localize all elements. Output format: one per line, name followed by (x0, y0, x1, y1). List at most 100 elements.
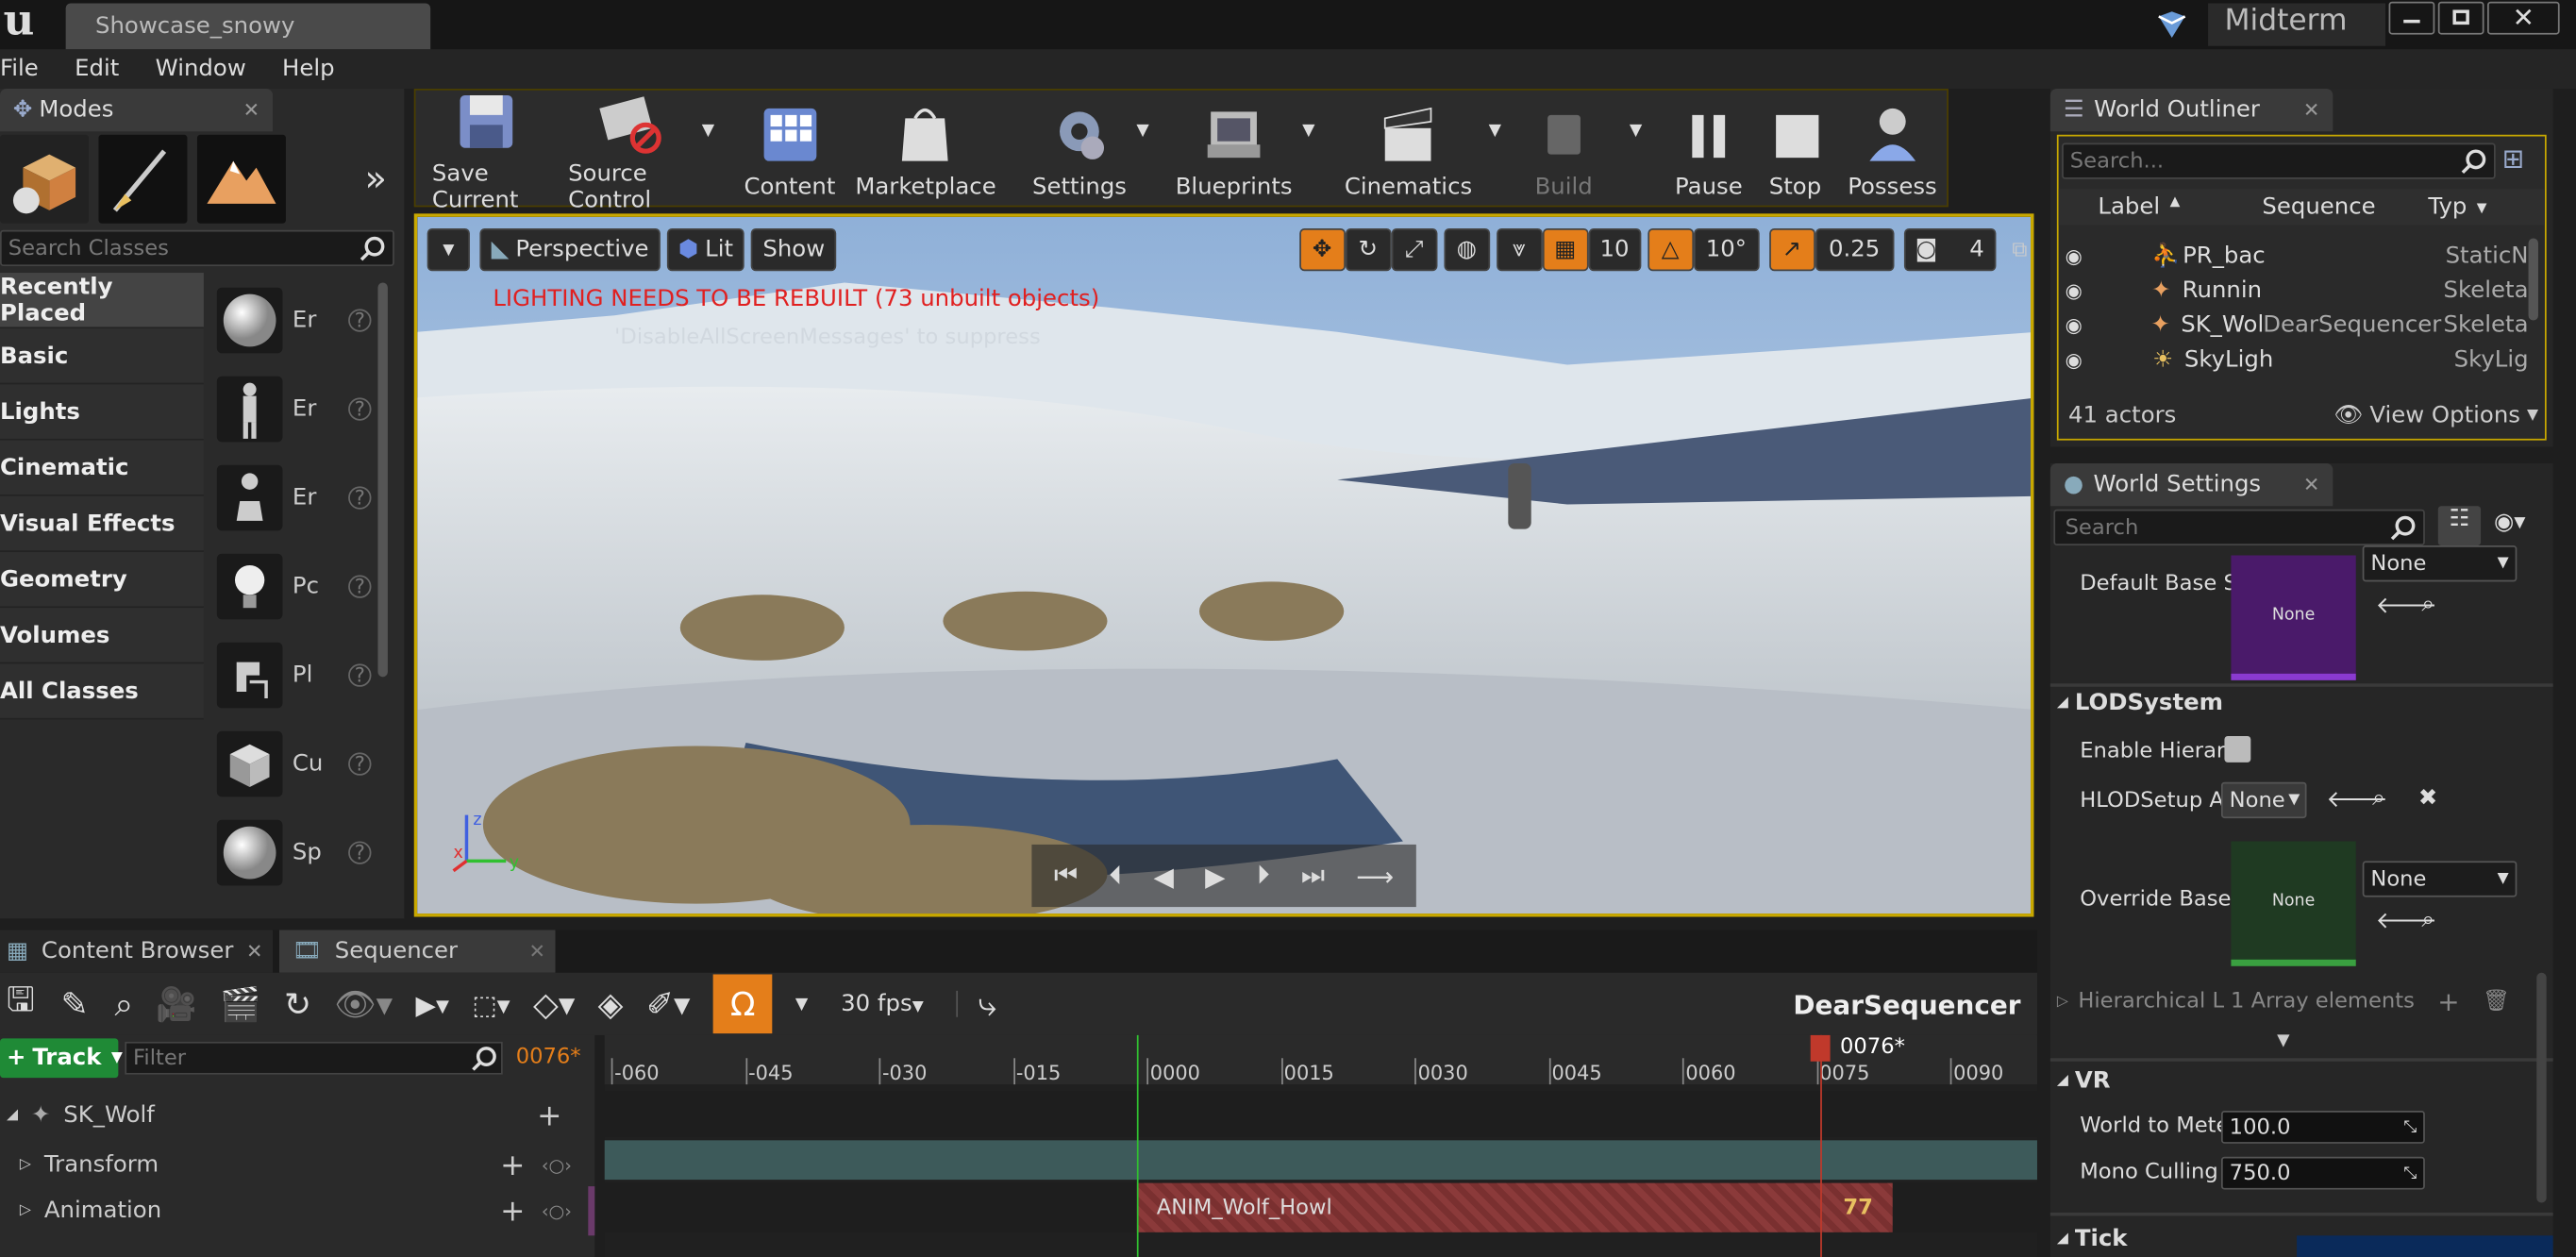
track-row-animation[interactable]: ▷ Animation + ‹○› (0, 1186, 595, 1236)
settings-button[interactable]: Settings (1023, 95, 1137, 200)
expand-icon[interactable]: ▷ (2057, 993, 2068, 1009)
menu-window[interactable]: Window (156, 56, 246, 82)
help-icon[interactable]: ? (348, 486, 372, 510)
view-options-button[interactable]: View Options (2369, 403, 2520, 429)
scale-tool-button[interactable]: ⤢ (1391, 228, 1437, 272)
browse-search-icon[interactable]: ⌕ (2372, 785, 2385, 812)
stop-button[interactable]: Stop (1752, 95, 1838, 200)
tick-section-header[interactable]: ◢ Tick (2057, 1226, 2128, 1252)
play-icon[interactable]: ▶ (1205, 860, 1225, 891)
world-outliner-tab[interactable]: ☰ World Outliner ✕ (2049, 89, 2333, 132)
clear-icon[interactable]: ✖ (2418, 785, 2437, 812)
visibility-icon[interactable]: 👁▾ (334, 984, 393, 1024)
landscape-mode-icon[interactable] (196, 134, 286, 224)
outliner-scrollbar[interactable] (2528, 238, 2538, 321)
camera-icon[interactable]: 🎥 (156, 984, 196, 1024)
property-matrix-icon[interactable]: ☷ (2437, 506, 2482, 546)
source-control-button[interactable]: Source Control (559, 82, 702, 213)
browse-search-icon[interactable]: ⌕ (2421, 907, 2434, 933)
settings-search-field[interactable]: Search (2053, 509, 2425, 546)
content-browser-tab[interactable]: ▦ Content Browser ✕ (0, 930, 274, 973)
level-viewport[interactable]: ▾ ◣ Perspective ⬢ Lit Show ✥ ↻ ⤢ ◍ ⩔ ▦ 1… (413, 213, 2034, 917)
show-button[interactable]: Show (751, 228, 837, 272)
scale-snap-value[interactable]: 0.25 (1815, 228, 1894, 272)
help-icon[interactable]: ? (348, 397, 372, 421)
add-element-icon[interactable]: + (2437, 986, 2459, 1017)
grid-snap-toggle[interactable]: ▦ (1542, 228, 1589, 272)
lit-button[interactable]: ⬢ Lit (666, 228, 745, 272)
playhead-handle[interactable] (1810, 1034, 1831, 1062)
label-column-header[interactable]: Label (2098, 193, 2160, 220)
vr-section-header[interactable]: ◢ VR (2057, 1068, 2111, 1095)
outliner-row[interactable]: ◉ ✦ SK_Wol DearSequencer Skeleta (2059, 308, 2529, 343)
play-reverse-icon[interactable]: ◀ (1153, 860, 1173, 891)
category-lights[interactable]: Lights (0, 384, 204, 441)
world-to-meters-input[interactable]: 100.0 ⤡ (2220, 1110, 2425, 1144)
override-base-dropdown[interactable]: None ▼ (2362, 861, 2517, 897)
key-nav-icon[interactable]: ‹○› (542, 1154, 572, 1176)
class-item[interactable]: Er ? (216, 454, 372, 543)
track-row-transform[interactable]: ▷ Transform + ‹○› (0, 1140, 594, 1189)
class-item[interactable]: Cu ? (216, 720, 372, 809)
help-icon[interactable]: ? (348, 752, 372, 776)
snap-magnet-icon[interactable]: Ω (712, 974, 773, 1034)
menu-help[interactable]: Help (282, 56, 335, 82)
chevron-down-icon[interactable]: ▼ (1136, 121, 1148, 139)
add-track-button[interactable]: + Track ▼ (0, 1038, 123, 1079)
sequencer-timeline[interactable]: -060 -045 -030 -015 0000 0015 0030 0045 0060 0075… (604, 1034, 2037, 1257)
browse-search-icon[interactable]: ⌕ (2421, 592, 2434, 618)
save-icon[interactable]: 🖫 (7, 976, 35, 1031)
close-icon[interactable]: ✕ (2303, 473, 2320, 495)
close-icon[interactable]: ✕ (2303, 98, 2320, 121)
close-window-button[interactable]: ✕ (2487, 1, 2560, 35)
class-item[interactable]: Pc ? (216, 543, 372, 631)
skip-to-end-icon[interactable]: ⏭ (1301, 860, 1325, 893)
world-settings-tab[interactable]: ● World Settings ✕ (2049, 462, 2333, 507)
scale-snap-toggle[interactable]: ↗ (1768, 228, 1815, 272)
paint-mode-icon[interactable] (98, 134, 188, 224)
eye-icon[interactable]: ◉ (2066, 347, 2100, 370)
close-icon[interactable]: ✕ (246, 940, 263, 963)
help-icon[interactable]: ? (348, 663, 372, 687)
perspective-button[interactable]: ◣ Perspective (479, 228, 661, 272)
fps-dropdown[interactable]: 30 fps▼ (841, 990, 959, 1017)
grid-snap-value[interactable]: 10 (1588, 228, 1641, 272)
marketplace-button[interactable]: Marketplace (845, 95, 1006, 200)
category-volumes[interactable]: Volumes (0, 608, 204, 664)
menu-edit[interactable]: Edit (75, 56, 119, 82)
rotation-snap-value[interactable]: 10° (1693, 228, 1760, 272)
viewport-options-button[interactable]: ▾ (427, 228, 470, 272)
hlod-setup-dropdown[interactable]: None ▼ (2220, 781, 2307, 819)
add-folder-icon[interactable]: ⊞ (2502, 142, 2524, 174)
outliner-row[interactable]: ◉ ✦ Runnin Skeleta (2059, 273, 2529, 308)
class-item[interactable]: Pl ? (216, 631, 372, 720)
add-icon[interactable]: + (537, 1098, 561, 1133)
category-visual-effects[interactable]: Visual Effects (0, 495, 204, 553)
place-mode-icon[interactable] (0, 134, 90, 224)
minimize-button[interactable] (2388, 1, 2435, 35)
visibility-eye-icon[interactable]: ◉▾ (2494, 510, 2526, 536)
maximize-button[interactable] (2437, 1, 2484, 35)
modes-tab[interactable]: ✥ Modes ✕ (0, 89, 274, 132)
category-geometry[interactable]: Geometry (0, 552, 204, 609)
override-base-thumb[interactable]: None (2231, 841, 2356, 966)
help-icon[interactable]: ? (348, 309, 372, 332)
close-icon[interactable]: ✕ (243, 98, 260, 121)
close-icon[interactable]: ✕ (529, 940, 546, 963)
more-modes-icon[interactable]: » (365, 159, 387, 200)
outliner-row[interactable]: ◉ ☀ SkyLigh SkyLig (2059, 342, 2529, 377)
help-icon[interactable]: ? (348, 575, 372, 598)
auto-key-icon[interactable]: ◈ (598, 984, 624, 1024)
step-forward-icon[interactable]: ⏵ (1257, 860, 1270, 893)
expand-more-icon[interactable]: ▼ (2277, 1031, 2289, 1049)
brush-icon[interactable]: ✐▾ (646, 984, 691, 1024)
delete-icon[interactable]: 🗑 (2483, 989, 2510, 1014)
category-all-classes[interactable]: All Classes (0, 663, 204, 720)
refresh-icon[interactable]: ↻ (284, 984, 311, 1024)
class-item[interactable]: Sp ? (216, 809, 372, 897)
mono-culling-input[interactable]: 750.0 ⤡ (2220, 1156, 2425, 1190)
expand-arrow-icon[interactable]: ⤡ (2403, 1165, 2417, 1182)
class-item[interactable]: Er ? (216, 277, 372, 365)
chevron-down-icon[interactable]: ▼ (2477, 200, 2487, 215)
edit-icon[interactable]: ✎ (61, 984, 89, 1024)
